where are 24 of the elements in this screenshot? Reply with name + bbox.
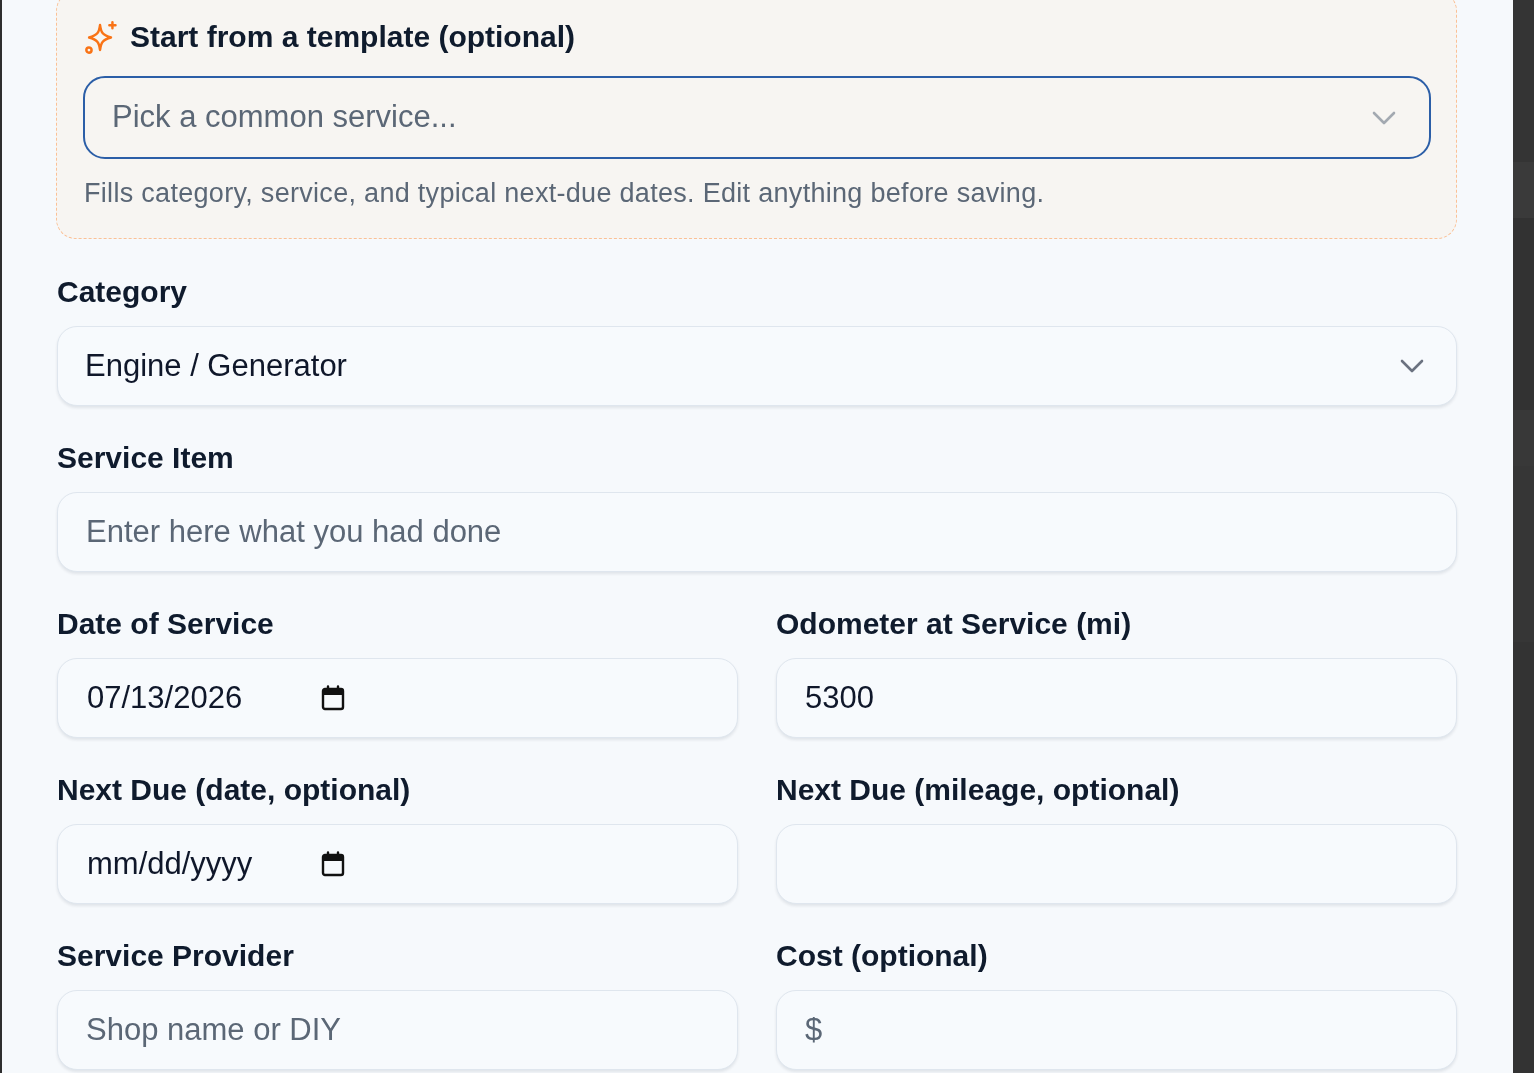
input-field[interactable]: 5300 [776,658,1457,738]
input-field[interactable]: Shop name or DIY [57,990,738,1070]
template-heading: Start from a template (optional) [130,19,576,55]
template-select[interactable]: Pick a common service... [83,76,1431,159]
date-field[interactable]: mm/dd/yyyy [57,824,738,904]
template-help-text: Fills category, service, and typical next-due dates. Edit anything before saving. [83,178,1046,208]
calendar-icon[interactable] [321,685,345,711]
input-field[interactable]: $ [776,990,1457,1070]
field-label: Date of Service [57,606,274,642]
input-field[interactable]: Enter here what you had done [57,492,1457,572]
field-label: Cost (optional) [776,938,988,974]
field-label: Category [57,274,188,310]
field-label: Service Item [57,440,234,476]
field-label: Next Due (date, optional) [57,772,411,808]
field-label: Odometer at Service (mi) [776,606,1132,642]
chevron-down-icon [1400,359,1424,373]
sparkle-icon [84,19,119,55]
calendar-icon[interactable] [321,851,345,877]
field-label: Next Due (mileage, optional) [776,772,1180,808]
date-field[interactable]: 07/13/2026 [57,658,738,738]
select-field[interactable]: Engine / Generator [57,326,1457,406]
field-label: Service Provider [57,938,294,974]
input-field[interactable] [776,824,1457,904]
chevron-down-icon [1372,110,1396,125]
